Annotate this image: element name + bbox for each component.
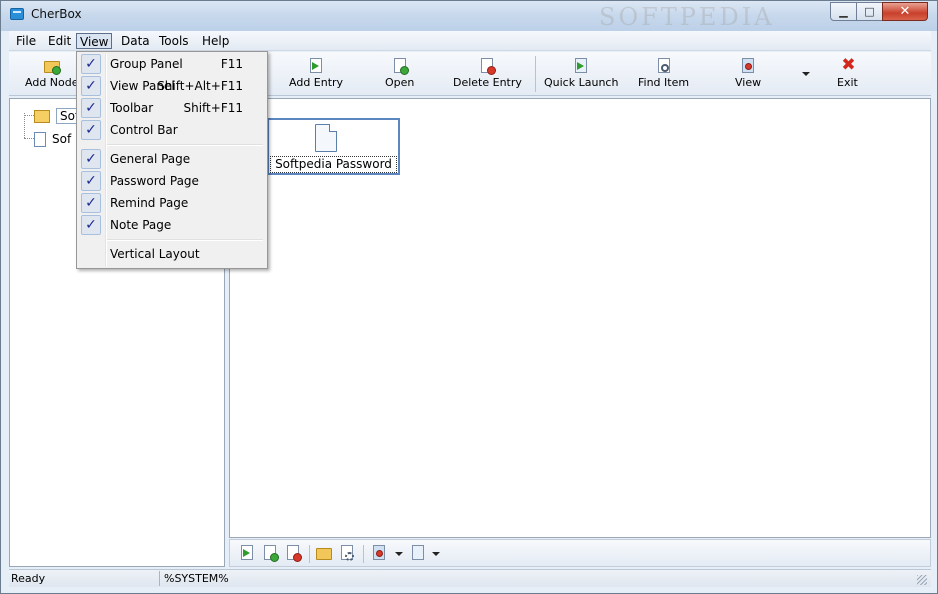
find-item-button[interactable]: Find Item — [638, 58, 689, 94]
tree-item-label: Sof — [52, 132, 72, 146]
open-label: Open — [385, 76, 415, 89]
menu-file[interactable]: File — [13, 33, 39, 49]
entry-document-icon — [315, 124, 337, 152]
menu-data[interactable]: Data — [118, 33, 153, 49]
menu-item-group-panel[interactable]: ✓ Group Panel F11 — [79, 53, 265, 75]
add-node-label: Add Node — [25, 76, 79, 89]
cb-add-entry-button[interactable] — [239, 545, 257, 562]
add-node-button[interactable]: Add Node — [25, 58, 79, 94]
chevron-down-icon[interactable] — [432, 552, 440, 556]
menu-bar: File Edit View Data Tools Help — [9, 31, 931, 51]
toolbar-separator — [535, 56, 536, 92]
open-icon — [262, 545, 279, 562]
add-entry-label: Add Entry — [289, 76, 344, 89]
status-bar: Ready %SYSTEM% — [9, 569, 931, 587]
control-bar — [229, 539, 931, 567]
check-icon: ✓ — [81, 76, 101, 96]
add-entry-button[interactable]: Add Entry — [289, 58, 343, 94]
view-panel: Softpedia Password — [229, 98, 931, 538]
menu-item-control-bar[interactable]: ✓ Control Bar — [79, 119, 265, 141]
add-entry-icon — [239, 545, 255, 561]
delete-entry-label: Delete Entry — [453, 76, 522, 89]
app-window: CherBox SOFTPEDIA ▁ □ ✕ File Edit View D… — [0, 0, 938, 594]
menu-help[interactable]: Help — [199, 33, 232, 49]
add-entry-icon — [308, 58, 324, 74]
menu-edit[interactable]: Edit — [45, 33, 74, 49]
menu-separator — [107, 239, 263, 241]
resize-grip[interactable] — [917, 575, 927, 585]
view-button[interactable]: View — [735, 58, 761, 94]
add-node-icon — [43, 58, 61, 75]
quick-launch-button[interactable]: Quick Launch — [544, 58, 618, 94]
minimize-button[interactable]: ▁ — [830, 2, 857, 21]
folder-icon — [316, 545, 332, 561]
check-icon: ✓ — [81, 149, 101, 169]
menu-item-note-page[interactable]: ✓ Note Page — [79, 214, 265, 236]
status-user: %SYSTEM% — [164, 572, 229, 585]
folder-icon — [34, 109, 50, 123]
open-icon — [392, 58, 409, 75]
delete-entry-button[interactable]: Delete Entry — [453, 58, 522, 94]
open-button[interactable]: Open — [385, 58, 414, 94]
menu-view[interactable]: View — [76, 33, 113, 49]
cb-list-button[interactable] — [410, 545, 428, 562]
title-bar: CherBox SOFTPEDIA ▁ □ ✕ — [1, 1, 937, 31]
check-icon: ✓ — [81, 98, 101, 118]
cb-delete-button[interactable] — [285, 545, 303, 562]
close-button[interactable]: ✕ — [882, 2, 928, 21]
check-icon: ✓ — [81, 215, 101, 235]
chevron-down-icon[interactable] — [395, 552, 403, 556]
window-title: CherBox — [31, 7, 82, 21]
check-icon: ✓ — [81, 193, 101, 213]
menu-item-view-panel[interactable]: ✓ View Panel Shift+Alt+F11 — [79, 75, 265, 97]
check-icon: ✓ — [81, 54, 101, 74]
gear-icon — [339, 545, 355, 561]
exit-button[interactable]: ✖ Exit — [837, 55, 858, 94]
exit-label: Exit — [837, 76, 858, 89]
menu-separator — [107, 144, 263, 146]
menu-item-vertical-layout[interactable]: Vertical Layout — [79, 243, 265, 265]
view-label: View — [735, 76, 762, 89]
check-icon: ✓ — [81, 171, 101, 191]
cb-settings-button[interactable] — [339, 545, 357, 562]
check-icon: ✓ — [81, 120, 101, 140]
entry-item[interactable]: Softpedia Password — [267, 118, 400, 175]
list-view-icon — [410, 545, 426, 561]
delete-entry-icon — [479, 58, 497, 75]
cb-folder-button[interactable] — [316, 545, 334, 562]
cb-view-button[interactable] — [371, 545, 389, 562]
entry-label: Softpedia Password — [270, 156, 397, 173]
tree-item-entry[interactable]: Sof — [34, 130, 71, 148]
exit-icon: ✖ — [841, 55, 856, 75]
view-menu: ✓ Group Panel F11 ✓ View Panel Shift+Alt… — [76, 51, 268, 269]
menu-item-remind-page[interactable]: ✓ Remind Page — [79, 192, 265, 214]
view-dropdown-arrow[interactable] — [802, 72, 810, 76]
view-icon — [740, 58, 756, 74]
status-text: Ready — [11, 572, 46, 585]
menu-item-toolbar[interactable]: ✓ Toolbar Shift+F11 — [79, 97, 265, 119]
cb-open-button[interactable] — [262, 545, 280, 562]
menu-tools[interactable]: Tools — [156, 33, 192, 49]
quick-launch-icon — [573, 58, 589, 74]
app-icon — [10, 8, 24, 20]
menu-item-general-page[interactable]: ✓ General Page — [79, 148, 265, 170]
find-item-icon — [656, 58, 672, 74]
find-item-label: Find Item — [638, 76, 690, 89]
maximize-button[interactable]: □ — [856, 2, 883, 21]
document-icon — [34, 131, 46, 147]
menu-item-password-page[interactable]: ✓ Password Page — [79, 170, 265, 192]
watermark: SOFTPEDIA — [599, 3, 775, 31]
view-icon — [371, 545, 387, 561]
delete-icon — [285, 545, 302, 562]
quick-launch-label: Quick Launch — [544, 76, 619, 89]
